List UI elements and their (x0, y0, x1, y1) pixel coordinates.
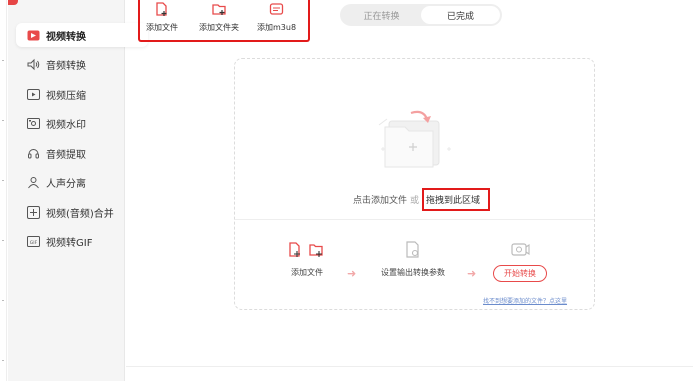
drop-hint: 点击添加文件 或 拖拽到此区域 (353, 188, 491, 211)
edge-tick (2, 240, 4, 241)
audio-extract-icon (26, 146, 40, 160)
add-folder-icon (211, 2, 227, 19)
sidebar-item-label: 音频转换 (46, 60, 86, 72)
add-file-button[interactable]: 添加文件 (146, 2, 178, 33)
help-link[interactable]: 找不到想要添加的文件？点这里 (483, 296, 567, 305)
sidebar-item-label: 视频转GIF (46, 237, 93, 249)
arrow-right-icon: ➜ (467, 267, 477, 280)
sidebar-item-video-compress[interactable]: 视频压缩 (16, 82, 148, 106)
edge-tick (2, 300, 4, 301)
edge-tick (2, 60, 4, 61)
bottom-divider (126, 366, 693, 367)
add-folder-label: 添加文件夹 (199, 23, 239, 32)
card-divider (235, 219, 594, 220)
app-logo (8, 0, 18, 5)
folder-upload-icon (375, 105, 455, 179)
tab-converting[interactable]: 正在转换 (342, 6, 421, 24)
add-toolbar: 添加文件 添加文件夹 添加m3u8 (138, 0, 310, 42)
step-add-file: 添加文件 (287, 241, 327, 278)
watermark-icon (26, 116, 40, 130)
convert-icon (510, 241, 530, 261)
sidebar-item-label: 视频压缩 (46, 90, 86, 102)
add-m3u8-label: 添加m3u8 (257, 23, 297, 32)
step-set-params-label: 设置输出转换参数 (381, 268, 445, 277)
step-set-params: 设置输出转换参数 (381, 241, 445, 278)
vocal-separate-icon (26, 175, 40, 189)
sidebar-item-audio-extract[interactable]: 音频提取 (16, 141, 148, 165)
edge-tick (2, 360, 4, 361)
audio-convert-icon (26, 57, 40, 71)
sidebar-item-label: 视频水印 (46, 119, 86, 131)
video-convert-icon (26, 28, 40, 42)
tab-completed[interactable]: 已完成 (421, 6, 500, 24)
sidebar-item-audio-convert[interactable]: 音频转换 (16, 52, 148, 76)
drop-zone[interactable]: 点击添加文件 或 拖拽到此区域 添加文件 ➜ 设置输出转换参数 ➜ 开始转换 找… (234, 58, 595, 310)
sidebar-item-gif[interactable]: GIF 视频转GIF (16, 229, 148, 253)
step-add-file-label: 添加文件 (291, 268, 323, 277)
gif-icon: GIF (26, 234, 40, 248)
merge-icon (26, 205, 40, 219)
edge-tick (2, 180, 4, 181)
add-file-label: 添加文件 (146, 23, 178, 32)
add-folder-button[interactable]: 添加文件夹 (199, 2, 239, 33)
step-start: 开始转换 (493, 241, 547, 282)
sidebar-item-watermark[interactable]: 视频水印 (16, 111, 148, 135)
drag-area-label: 拖拽到此区域 (422, 188, 491, 211)
arrow-right-icon: ➜ (347, 267, 357, 280)
sidebar-item-label: 音频提取 (46, 149, 86, 161)
window-edge (0, 0, 7, 381)
sidebar-item-vocal-separate[interactable]: 人声分离 (16, 170, 148, 194)
drop-hint-text: 点击添加文件 (353, 196, 408, 206)
sidebar-item-merge[interactable]: 视频(音频)合并 (16, 200, 148, 224)
start-convert-button[interactable]: 开始转换 (493, 265, 547, 282)
video-compress-icon (26, 87, 40, 101)
sidebar-item-video-convert[interactable]: 视频转换 (16, 23, 148, 47)
sidebar-item-label: 视频(音频)合并 (46, 208, 114, 220)
add-m3u8-button[interactable]: 添加m3u8 (257, 2, 296, 33)
sidebar: 视频转换 音频转换 视频压缩 视频水印 音频提取 人声分离 视频(音频)合并 G… (8, 0, 148, 381)
edge-tick (2, 120, 4, 121)
status-tabs: 正在转换 已完成 (340, 4, 502, 26)
svg-text:GIF: GIF (29, 240, 37, 246)
add-file-icon (155, 2, 169, 19)
add-file-icon (287, 241, 327, 261)
m3u8-icon (269, 2, 284, 19)
settings-doc-icon (404, 241, 422, 261)
drop-hint-or: 或 (410, 196, 420, 206)
sidebar-item-label: 人声分离 (46, 178, 86, 190)
sidebar-item-label: 视频转换 (46, 31, 86, 43)
